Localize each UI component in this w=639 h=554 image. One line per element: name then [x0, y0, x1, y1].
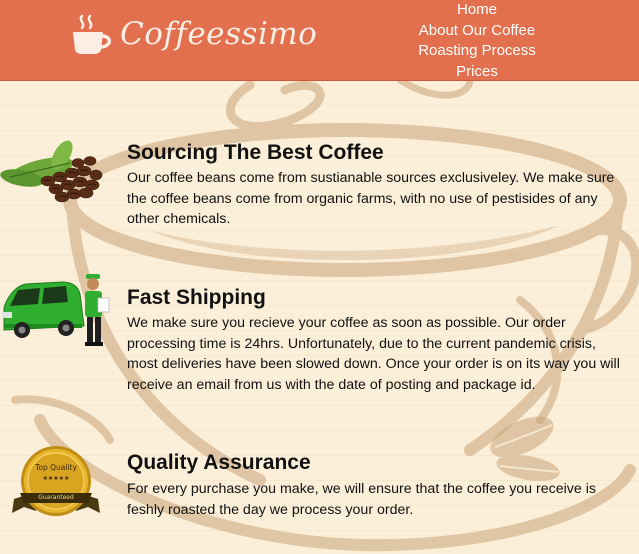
section-text-shipping: We make sure you recieve your coffee as …: [127, 315, 620, 393]
quality-badge-illustration: Top Quality ★★★★★ Guaranteed: [6, 441, 106, 525]
section-text-sourcing: Our coffee beans come from sustianable s…: [127, 170, 615, 227]
nav-item-prices[interactable]: Prices: [456, 62, 498, 83]
nav-item-about-our-coffee[interactable]: About Our Coffee: [419, 21, 535, 42]
section-text-quality: For every purchase you make, we will ens…: [127, 481, 596, 518]
brand-name[interactable]: Coffeessimo: [120, 16, 317, 52]
nav-item-home[interactable]: Home: [457, 0, 497, 21]
site-header: Coffeessimo Home About Our Coffee Roasti…: [0, 0, 639, 81]
badge-seal-icon: [12, 446, 100, 516]
delivery-van-illustration: [2, 274, 110, 346]
section-title-shipping: Fast Shipping: [127, 286, 266, 309]
section-title-sourcing: Sourcing The Best Coffee: [127, 141, 384, 164]
main-nav: Home About Our Coffee Roasting Process P…: [400, 0, 554, 82]
coffee-cup-icon[interactable]: [70, 14, 114, 56]
badge-bottom-text: Guaranteed: [38, 494, 74, 501]
nav-item-roasting-process[interactable]: Roasting Process: [418, 41, 536, 62]
badge-top-text: Top Quality: [35, 463, 77, 472]
section-title-quality: Quality Assurance: [127, 451, 311, 474]
coffee-beans-illustration: [0, 140, 103, 203]
badge-stars: ★★★★★: [42, 475, 70, 482]
